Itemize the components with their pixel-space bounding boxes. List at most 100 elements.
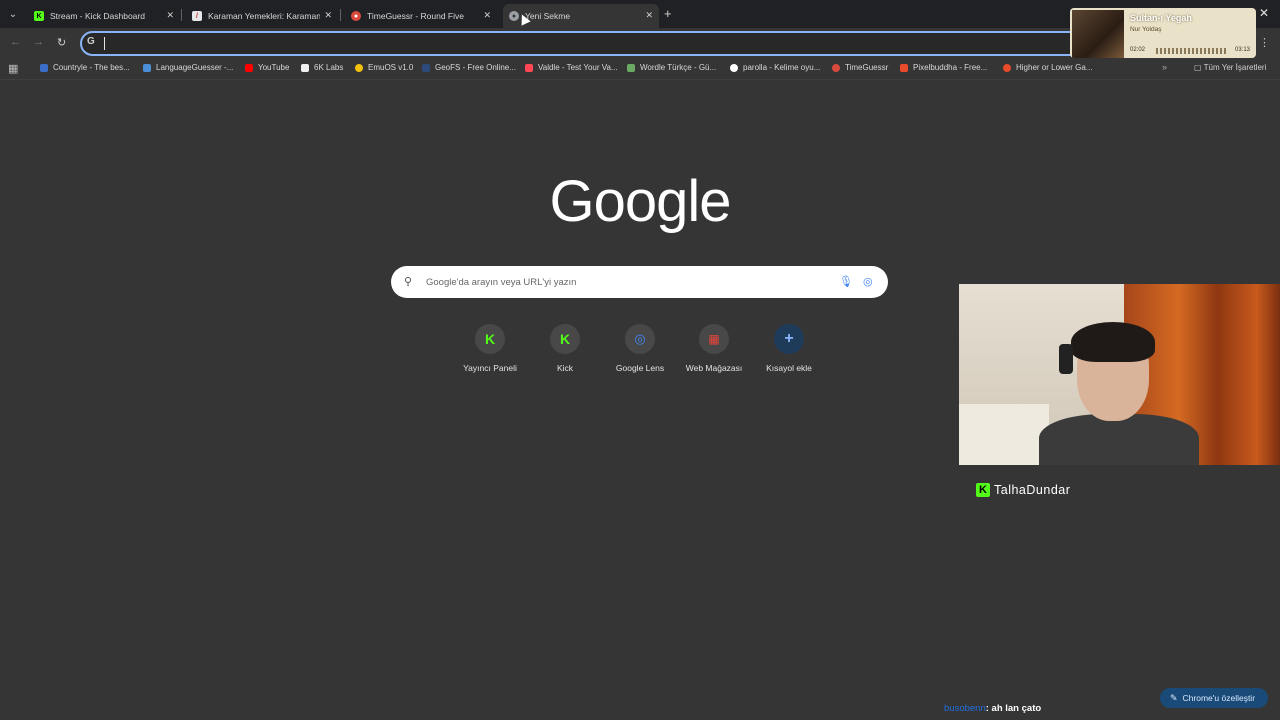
shortcut-label: Yayıncı Paneli [463, 363, 517, 373]
webcam-person-body [1039, 414, 1199, 465]
shortcut-web-magazasi[interactable]: ▦ Web Mağazası [676, 324, 752, 373]
chat-text: : ah lan çato [985, 703, 1042, 714]
bookmark-item[interactable]: EmuOS v1.0 [355, 63, 413, 72]
pixelbuddha-icon [900, 63, 908, 72]
timeguessr-icon: ● [351, 11, 361, 21]
google-logo: Google [549, 169, 731, 234]
all-bookmarks-button[interactable]: ▢ Tüm Yer İşaretleri [1194, 63, 1266, 72]
bookmark-item[interactable]: Higher or Lower Ga... [1003, 63, 1092, 72]
shortcut-label: Google Lens [615, 363, 665, 373]
text-caret [104, 37, 105, 50]
shortcut-label: Kick [556, 363, 574, 373]
tab-kick-dashboard[interactable]: K Stream - Kick Dashboard ✕ [28, 4, 180, 28]
kick-icon: K [550, 324, 580, 354]
bookmark-item[interactable]: parolla - Kelime oyu... [730, 63, 820, 72]
bookmark-label: GeoFS - Free Online... [435, 63, 516, 72]
bookmark-item[interactable]: LanguageGuesser -... [143, 63, 233, 72]
bookmark-item[interactable]: Wordle Türkçe - Gü... [627, 63, 716, 72]
back-arrow-icon[interactable]: ← [10, 36, 21, 48]
bookmark-label: TimeGuessr [845, 63, 889, 72]
higher-lower-icon [1003, 63, 1011, 72]
webcam-person-hair [1071, 322, 1155, 362]
kick-icon: K [976, 483, 990, 497]
close-icon[interactable]: ✕ [645, 10, 653, 21]
bookmark-item[interactable]: GeoFS - Free Online... [422, 63, 516, 72]
pencil-icon: ✎ [1170, 692, 1178, 703]
document-icon: / [192, 11, 202, 21]
bookmark-item[interactable]: TimeGuessr [832, 63, 888, 72]
tab-karaman[interactable]: / Karaman Yemekleri: Karaman M ✕ [186, 4, 338, 28]
search-icon: ⚲ [404, 276, 413, 288]
tab-title: Stream - Kick Dashboard [50, 11, 145, 21]
google-lens-icon[interactable]: ◎ [863, 275, 873, 288]
streamer-badge: K TalhaDundar [976, 483, 1070, 497]
bookmark-label: LanguageGuesser -... [156, 63, 234, 72]
emuos-icon [355, 63, 363, 72]
more-bookmarks-chevron-icon[interactable]: » [1162, 62, 1167, 72]
geofs-icon [422, 63, 430, 72]
bookmark-label: Valdle - Test Your Va... [538, 63, 618, 72]
kick-icon: K [475, 324, 505, 354]
bookmark-label: YouTube [258, 63, 290, 72]
current-time: 02:02 [1130, 47, 1146, 53]
song-title: Sultan-ı Yegah [1130, 13, 1192, 23]
bookmark-label: Pixelbuddha - Free... [913, 63, 988, 72]
google-g-icon: G [87, 36, 95, 47]
bookmark-label: parolla - Kelime oyu... [743, 63, 821, 72]
streamer-name: TalhaDundar [994, 483, 1071, 497]
forward-arrow-icon[interactable]: → [33, 36, 44, 48]
bookmark-item[interactable]: Pixelbuddha - Free... [900, 63, 987, 72]
bookmark-label: 6K Labs [314, 63, 344, 72]
shortcut-yayinci-paneli[interactable]: K Yayıncı Paneli [452, 324, 528, 373]
search-box[interactable]: ⚲ Google'da arayın veya URL'yi yazın 🎙 ◎ [391, 266, 888, 298]
chat-username: busobenn [944, 703, 986, 714]
countryle-icon [40, 63, 48, 72]
bookmark-item[interactable]: Countryle - The bes... [40, 63, 130, 72]
shortcut-kick[interactable]: K Kick [527, 324, 603, 373]
bookmark-label: Higher or Lower Ga... [1016, 63, 1093, 72]
waveform [1156, 48, 1228, 54]
webcam-headset [1059, 344, 1073, 374]
kick-icon: K [34, 11, 44, 21]
bookmark-item[interactable]: YouTube [245, 63, 289, 72]
tab-title: TimeGuessr - Round Five [367, 11, 464, 21]
languageguesser-icon [143, 63, 151, 72]
plus-icon: + [774, 324, 804, 354]
valdle-icon [525, 63, 533, 72]
tab-search-chevron-icon[interactable]: ⌄ [4, 5, 22, 23]
reload-icon[interactable]: ↻ [57, 36, 66, 49]
shortcut-google-lens[interactable]: ◎ Google Lens [602, 324, 678, 373]
microphone-icon[interactable]: 🎙 [839, 275, 853, 288]
tab-title: Yeni Sekme [525, 11, 571, 21]
all-bookmarks-label: Tüm Yer İşaretleri [1203, 63, 1267, 72]
address-bar[interactable]: G [80, 31, 1080, 56]
tab-timeguessr[interactable]: ● TimeGuessr - Round Five ✕ [345, 4, 497, 28]
tab-divider [181, 9, 182, 21]
parolla-icon [730, 63, 738, 72]
close-icon[interactable]: ✕ [483, 10, 491, 21]
wordle-icon [627, 63, 635, 72]
window-close-icon[interactable]: ✕ [1259, 6, 1269, 20]
apps-grid-icon[interactable]: ▦ [8, 62, 18, 75]
timeguessr-icon [832, 63, 840, 72]
customize-chrome-button[interactable]: ✎ Chrome'u özelleştir [1160, 688, 1268, 708]
bookmark-label: Wordle Türkçe - Gü... [640, 63, 717, 72]
total-time: 03:13 [1234, 47, 1250, 53]
close-icon[interactable]: ✕ [166, 10, 174, 21]
web-store-icon: ▦ [699, 324, 729, 354]
bookmarks-bar: ▦ Countryle - The bes... LanguageGuesser… [0, 58, 1280, 80]
tab-title: Karaman Yemekleri: Karaman M [208, 11, 320, 21]
close-icon[interactable]: ✕ [324, 10, 332, 21]
chrome-menu-icon[interactable]: ⋮ [1259, 36, 1270, 49]
youtube-icon [245, 63, 253, 72]
shortcut-add[interactable]: + Kısayol ekle [751, 324, 827, 373]
shortcut-label: Kısayol ekle [766, 363, 812, 373]
search-placeholder: Google'da arayın veya URL'yi yazın [426, 277, 577, 288]
bookmark-item[interactable]: Valdle - Test Your Va... [525, 63, 618, 72]
bookmark-item[interactable]: 6K Labs [301, 63, 343, 72]
new-tab-button[interactable]: + [664, 6, 672, 21]
webcam-feed [959, 284, 1280, 465]
tab-divider [340, 9, 341, 21]
webcam-bed [959, 404, 1049, 465]
shortcut-label: Web Mağazası [685, 363, 743, 373]
